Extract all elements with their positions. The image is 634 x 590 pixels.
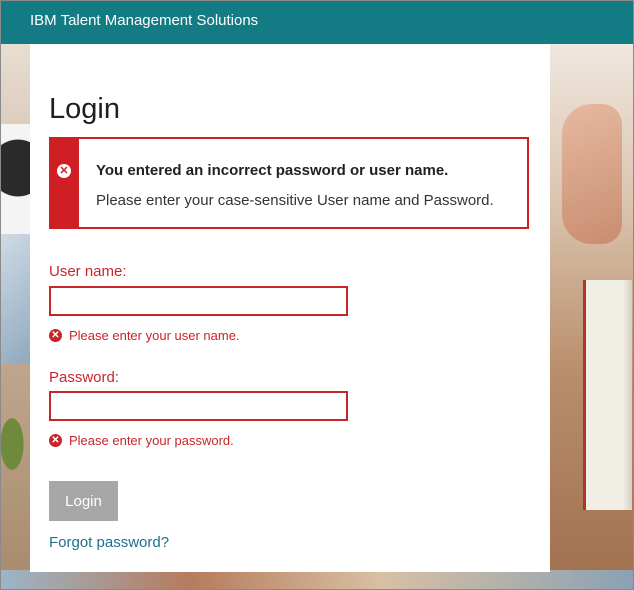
error-icon: ✕ xyxy=(49,434,62,447)
background-plant xyxy=(0,404,30,484)
password-input[interactable] xyxy=(49,391,348,421)
username-error-text: Please enter your user name. xyxy=(69,328,240,343)
username-label: User name: xyxy=(49,263,127,280)
error-alert: ✕ You entered an incorrect password or u… xyxy=(49,137,529,229)
forgot-password-link[interactable]: Forgot password? xyxy=(49,534,169,551)
password-label: Password: xyxy=(49,369,120,386)
username-error: ✕ Please enter your user name. xyxy=(49,328,240,343)
password-error-text: Please enter your password. xyxy=(69,433,234,448)
error-icon: ✕ xyxy=(49,329,62,342)
background-bottom-strip xyxy=(0,570,634,590)
login-button[interactable]: Login xyxy=(49,481,118,521)
page-title: Login xyxy=(49,93,120,125)
login-panel: Login ✕ You entered an incorrect passwor… xyxy=(30,44,550,572)
error-alert-message: Please enter your case-sensitive User na… xyxy=(96,192,494,209)
error-alert-heading: You entered an incorrect password or use… xyxy=(96,162,449,179)
error-alert-strip: ✕ xyxy=(51,139,79,227)
username-input[interactable] xyxy=(49,286,348,316)
background-book xyxy=(583,280,632,510)
top-header-bar: IBM Talent Management Solutions xyxy=(0,0,634,44)
background-coffee-mug xyxy=(0,124,34,234)
error-icon: ✕ xyxy=(57,164,71,178)
background-hand xyxy=(562,104,622,244)
password-error: ✕ Please enter your password. xyxy=(49,433,234,448)
app-title: IBM Talent Management Solutions xyxy=(30,12,259,29)
